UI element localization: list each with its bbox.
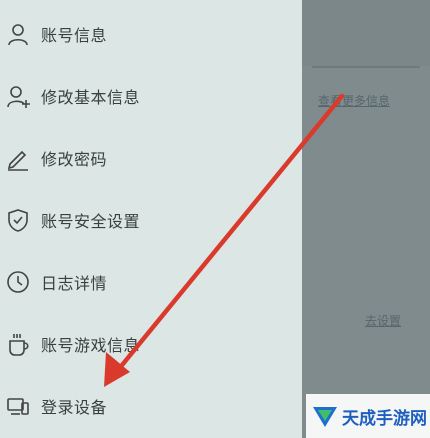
divider: [312, 66, 420, 68]
cup-icon: [5, 331, 31, 357]
clock-icon: [5, 269, 31, 295]
menu-item-label: 登录设备: [41, 398, 108, 417]
side-drawer: 账号信息 修改基本信息 修改密码 账号安全设置 日志详情 账号游戏信息 登录设备: [0, 0, 302, 438]
watermark-logo-icon: [310, 401, 340, 431]
dimmed-background[interactable]: [302, 0, 430, 438]
more-info-link[interactable]: 查看更多信息: [318, 92, 390, 109]
watermark-text: 天成手游网: [342, 408, 427, 429]
go-settings-link[interactable]: 去设置: [365, 312, 401, 329]
user-add-icon: [5, 83, 31, 109]
shield-check-icon: [5, 207, 31, 233]
menu-item-game-info[interactable]: 账号游戏信息: [0, 313, 302, 375]
user-icon: [5, 21, 31, 47]
devices-icon: [5, 393, 31, 419]
menu-item-label: 账号信息: [41, 26, 108, 45]
menu-item-label: 修改基本信息: [41, 88, 141, 107]
menu-item-edit-basic-info[interactable]: 修改基本信息: [0, 65, 302, 127]
menu-item-account-info[interactable]: 账号信息: [0, 3, 302, 65]
pencil-icon: [5, 145, 31, 171]
menu-item-label: 修改密码: [41, 150, 108, 169]
menu-item-log-details[interactable]: 日志详情: [0, 251, 302, 313]
menu-item-label: 账号安全设置: [41, 212, 141, 231]
menu-item-login-devices[interactable]: 登录设备: [0, 375, 302, 437]
menu-item-label: 日志详情: [41, 274, 108, 293]
menu-item-security-settings[interactable]: 账号安全设置: [0, 189, 302, 251]
menu-item-change-password[interactable]: 修改密码: [0, 127, 302, 189]
background-header: [302, 0, 430, 66]
menu-item-label: 账号游戏信息: [41, 336, 141, 355]
watermark: 天成手游网: [306, 394, 430, 438]
